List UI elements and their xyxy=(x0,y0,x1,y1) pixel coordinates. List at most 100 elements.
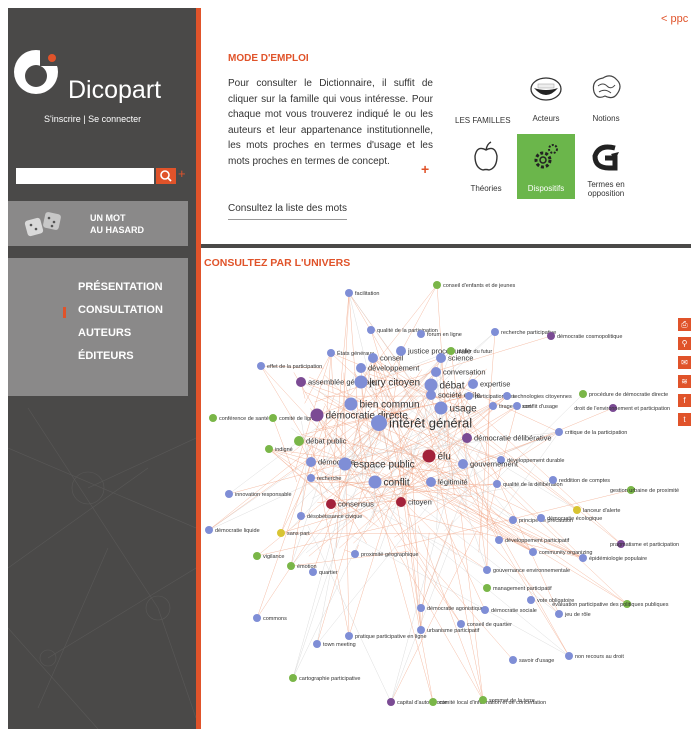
graph-node-label[interactable]: démocratie délibérative xyxy=(474,434,552,443)
graph-node-label[interactable]: citoyen xyxy=(408,498,432,507)
graph-node-dot[interactable] xyxy=(345,289,353,297)
graph-node-dot[interactable] xyxy=(573,506,581,514)
graph-node-label[interactable]: savoir d'usage xyxy=(519,658,554,664)
graph-node-dot[interactable] xyxy=(483,566,491,574)
graph-node-dot[interactable] xyxy=(493,480,501,488)
graph-node[interactable]: comité de ligne xyxy=(269,414,316,422)
graph-node-dot[interactable] xyxy=(537,514,545,522)
user-icon[interactable]: ⚲ xyxy=(678,337,691,350)
graph-node-dot[interactable] xyxy=(307,474,315,482)
graph-node-dot[interactable] xyxy=(344,397,358,411)
graph-node-dot[interactable] xyxy=(465,392,473,400)
graph-node-dot[interactable] xyxy=(289,674,297,682)
graph-node-label[interactable]: indigné xyxy=(275,447,293,453)
graph-node-label[interactable]: recherche xyxy=(317,476,341,482)
graph-node-dot[interactable] xyxy=(529,548,537,556)
graph-node-dot[interactable] xyxy=(351,550,359,558)
graph-node[interactable]: facilitation xyxy=(345,289,379,297)
graph-node-label[interactable]: gouvernement xyxy=(470,460,519,469)
graph-node-label[interactable]: démocratie agonistique xyxy=(427,606,484,612)
graph-node-label[interactable]: légitimité xyxy=(438,478,468,487)
graph-node-dot[interactable] xyxy=(367,326,375,334)
graph-node[interactable]: conflit xyxy=(368,475,410,489)
graph-node-label[interactable]: critique de la participation xyxy=(565,430,627,436)
graph-node[interactable]: commons xyxy=(253,614,287,622)
graph-node-dot[interactable] xyxy=(527,596,535,604)
graph-node-dot[interactable] xyxy=(309,568,317,576)
graph-node[interactable]: gestion urbaine de proximité xyxy=(610,486,679,494)
graph-node-dot[interactable] xyxy=(547,332,555,340)
graph-node-dot[interactable] xyxy=(306,457,316,467)
graph-node[interactable]: droit de l'environnement et participatio… xyxy=(574,404,670,412)
logo-text[interactable]: Dicopart xyxy=(68,76,161,105)
graph-node[interactable]: conflit d'usage xyxy=(513,402,558,410)
graph-node[interactable]: élu xyxy=(422,449,451,463)
print-icon[interactable]: ⎙ xyxy=(678,318,691,331)
graph-node-dot[interactable] xyxy=(489,402,497,410)
graph-node-label[interactable]: conférence de santé xyxy=(219,416,269,422)
graph-node-label[interactable]: commons xyxy=(263,616,287,622)
graph-node[interactable]: savoir d'usage xyxy=(509,656,554,664)
graph-node-label[interactable]: consensus xyxy=(338,500,374,509)
twitter-icon[interactable]: t xyxy=(678,413,691,426)
graph-node-dot[interactable] xyxy=(417,626,425,634)
graph-node-dot[interactable] xyxy=(396,497,406,507)
graph-node[interactable]: effet de la participation xyxy=(257,362,322,370)
graph-node[interactable]: épidémiologie populaire xyxy=(579,554,647,562)
graph-node-dot[interactable] xyxy=(422,449,436,463)
graph-node-dot[interactable] xyxy=(503,392,511,400)
graph-node-dot[interactable] xyxy=(555,428,563,436)
graph-node-label[interactable]: reddition de comptes xyxy=(559,478,610,484)
graph-node-label[interactable]: effet de la participation xyxy=(267,364,322,370)
graph-node-dot[interactable] xyxy=(277,529,285,537)
graph-node-label[interactable]: conflit d'usage xyxy=(523,404,558,410)
graph-node-dot[interactable] xyxy=(483,584,491,592)
graph-node-label[interactable]: procédure de démocratie directe xyxy=(589,392,668,398)
graph-node[interactable]: sans part xyxy=(277,529,310,537)
family-termes-opposition[interactable]: Termes en opposition xyxy=(577,134,635,199)
graph-node[interactable]: non recours au droit xyxy=(565,652,624,660)
graph-node-dot[interactable] xyxy=(396,346,406,356)
graph-node-dot[interactable] xyxy=(495,536,503,544)
graph-node-label[interactable]: vote obligatoire xyxy=(537,598,574,604)
graph-node-dot[interactable] xyxy=(296,377,306,387)
graph-node-label[interactable]: épidémiologie populaire xyxy=(589,556,647,562)
graph-node-dot[interactable] xyxy=(434,401,448,415)
graph-node-dot[interactable] xyxy=(269,414,277,422)
graph-node[interactable]: débat xyxy=(424,378,465,392)
graph-node[interactable]: consensus xyxy=(326,499,374,509)
graph-node[interactable]: conférence de santé xyxy=(209,414,269,422)
graph-node-dot[interactable] xyxy=(257,362,265,370)
graph-node[interactable]: conversation xyxy=(431,367,486,377)
graph-node[interactable]: capital d'autochtonie xyxy=(387,698,447,706)
menu-item-editeurs[interactable]: ÉDITEURS xyxy=(78,350,134,362)
graph-node-dot[interactable] xyxy=(481,606,489,614)
facebook-icon[interactable]: f xyxy=(678,394,691,407)
graph-node-label[interactable]: non recours au droit xyxy=(575,654,624,660)
graph-node-label[interactable]: désobéissance civique xyxy=(307,514,362,520)
graph-node-dot[interactable] xyxy=(509,656,517,664)
graph-node[interactable]: lanceur d'alerte xyxy=(573,506,620,514)
graph-node-dot[interactable] xyxy=(265,445,273,453)
graph-node-dot[interactable] xyxy=(368,475,382,489)
graph-node-label[interactable]: science xyxy=(448,354,473,363)
family-theories[interactable]: Théories xyxy=(457,134,515,199)
family-acteurs[interactable]: Acteurs xyxy=(517,66,575,131)
graph-node[interactable]: innovation responsable xyxy=(225,490,292,498)
graph-node-dot[interactable] xyxy=(294,436,304,446)
graph-node[interactable]: technologies citoyennes xyxy=(503,392,572,400)
graph-node-label[interactable]: vigilance xyxy=(263,554,284,560)
graph-node[interactable]: town meeting xyxy=(313,640,356,648)
graph-node-label[interactable]: démocratie cosmopolitique xyxy=(557,334,622,340)
graph-node[interactable]: reddition de comptes xyxy=(549,476,610,484)
graph-node[interactable]: recherche participative xyxy=(491,328,556,336)
graph-node-dot[interactable] xyxy=(549,476,557,484)
graph-node-label[interactable]: cartographie participative xyxy=(299,676,360,682)
graph-node-label[interactable]: gouvernance environnementale xyxy=(493,568,570,574)
graph-node-label[interactable]: démocratie sociale xyxy=(491,608,537,614)
graph-node-dot[interactable] xyxy=(565,652,573,660)
graph-node-dot[interactable] xyxy=(417,330,425,338)
graph-node[interactable]: gouvernance environnementale xyxy=(483,566,570,574)
family-dispositifs[interactable]: Dispositifs xyxy=(517,134,575,199)
share-icon[interactable]: ≋ xyxy=(678,375,691,388)
